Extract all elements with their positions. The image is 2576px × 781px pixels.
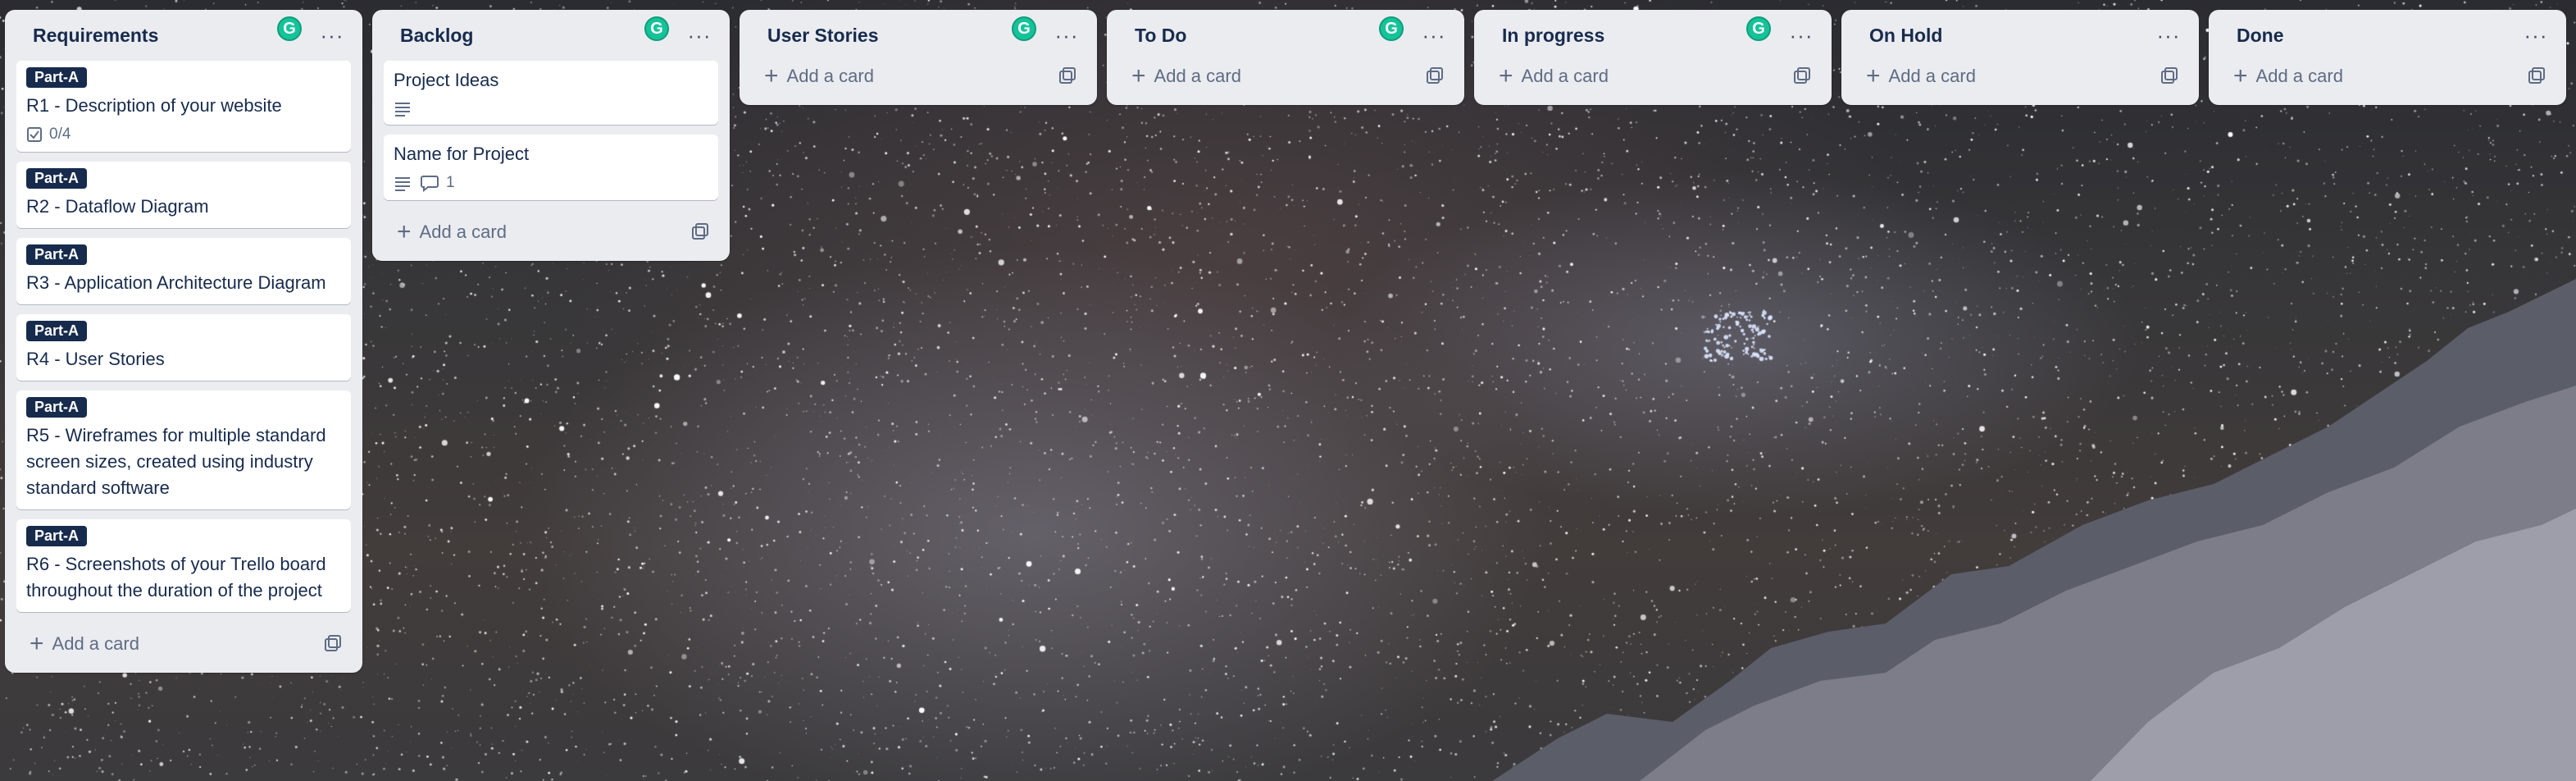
card[interactable]: Part-A R1 - Description of your website … (16, 61, 351, 152)
add-card-label: Add a card (52, 633, 139, 654)
more-actions-icon[interactable]: ··· (318, 21, 346, 49)
card-badges: 0/4 (26, 126, 341, 144)
card[interactable]: Part-A R2 - Dataflow Diagram (16, 162, 351, 228)
grammarly-icon[interactable]: G (644, 16, 669, 41)
list-backlog: Backlog G ··· Project Ideas Name for Pro… (372, 10, 730, 261)
card-title: R6 - Screenshots of your Trello board th… (26, 554, 326, 601)
card-title: R4 - User Stories (26, 349, 165, 369)
add-card-button[interactable]: + Add a card (2220, 54, 2555, 98)
card-badges (394, 100, 708, 116)
add-card-button[interactable]: + Add a card (384, 210, 718, 254)
create-from-template-icon[interactable] (1792, 66, 1812, 86)
list-user-stories: User Stories G ··· + Add a card (740, 10, 1097, 105)
description-icon (395, 177, 410, 191)
plus-icon: + (1499, 62, 1513, 89)
list-to-do: To Do G ··· + Add a card (1107, 10, 1464, 105)
add-card-label: Add a card (786, 66, 874, 86)
list-header: Done ··· (2220, 10, 2555, 61)
plus-icon: + (30, 630, 44, 657)
card-title: R3 - Application Architecture Diagram (26, 272, 326, 293)
list-header: On Hold ··· (1853, 10, 2187, 61)
add-card-button[interactable]: + Add a card (1486, 54, 1820, 98)
more-actions-icon[interactable]: ··· (2522, 21, 2550, 49)
create-from-template-icon[interactable] (323, 634, 343, 654)
list-in-progress: In progress G ··· + Add a card (1474, 10, 1832, 105)
grammarly-icon[interactable]: G (277, 16, 302, 41)
list-title[interactable]: To Do (1118, 25, 1186, 47)
card[interactable]: Part-A R3 - Application Architecture Dia… (16, 238, 351, 304)
card[interactable]: Name for Project 1 (384, 135, 718, 200)
list-header: Backlog G ··· (384, 10, 718, 61)
card[interactable]: Part-A R6 - Screenshots of your Trello b… (16, 519, 351, 612)
card[interactable]: Part-A R5 - Wireframes for multiple stan… (16, 390, 351, 509)
add-card-label: Add a card (2255, 66, 2343, 86)
list-title[interactable]: Requirements (16, 25, 158, 47)
grammarly-icon[interactable]: G (1379, 16, 1404, 41)
list-header: User Stories G ··· (751, 10, 1085, 61)
card-label: Part-A (26, 67, 88, 88)
checklist-icon (27, 127, 42, 142)
card[interactable]: Project Ideas (384, 61, 718, 125)
list-done: Done ··· + Add a card (2209, 10, 2566, 105)
add-card-label: Add a card (1888, 66, 1976, 86)
card-label: Part-A (26, 397, 88, 418)
list-title[interactable]: Backlog (384, 25, 473, 47)
list-title[interactable]: User Stories (751, 25, 879, 47)
list-on-hold: On Hold ··· + Add a card (1841, 10, 2199, 105)
plus-icon: + (1866, 62, 1881, 89)
grammarly-icon[interactable]: G (1012, 16, 1036, 41)
plus-icon: + (1131, 62, 1146, 89)
card-badges: 1 (394, 174, 708, 192)
add-card-button[interactable]: + Add a card (1118, 54, 1453, 98)
add-card-button[interactable]: + Add a card (751, 54, 1085, 98)
checklist-badge: 0/4 (26, 126, 71, 144)
card-title: R2 - Dataflow Diagram (26, 196, 209, 217)
card[interactable]: Part-A R4 - User Stories (16, 314, 351, 381)
plus-icon: + (2233, 62, 2248, 89)
create-from-template-icon[interactable] (2160, 66, 2179, 86)
add-card-label: Add a card (419, 222, 507, 242)
more-actions-icon[interactable]: ··· (1420, 21, 1448, 49)
create-from-template-icon[interactable] (1425, 66, 1445, 86)
list-title[interactable]: Done (2220, 25, 2284, 47)
add-card-button[interactable]: + Add a card (1853, 54, 2187, 98)
card-title: Project Ideas (394, 70, 499, 90)
card-label: Part-A (26, 244, 88, 265)
more-actions-icon[interactable]: ··· (1787, 21, 1815, 49)
description-icon (395, 103, 410, 116)
card-title: R1 - Description of your website (26, 95, 282, 116)
plus-icon: + (764, 62, 779, 89)
list-title[interactable]: On Hold (1853, 25, 1942, 47)
create-from-template-icon[interactable] (690, 222, 710, 242)
list-requirements: Requirements G ··· Part-A R1 - Descripti… (5, 10, 362, 673)
checklist-count: 0/4 (49, 126, 71, 143)
create-from-template-icon[interactable] (1058, 66, 1077, 86)
more-actions-icon[interactable]: ··· (685, 21, 713, 49)
card-title: R5 - Wireframes for multiple standard sc… (26, 425, 326, 498)
card-label: Part-A (26, 321, 88, 341)
list-header: To Do G ··· (1118, 10, 1453, 61)
plus-icon: + (397, 218, 412, 245)
comments-badge: 1 (420, 174, 455, 192)
list-title[interactable]: In progress (1486, 25, 1604, 47)
comment-icon (421, 176, 439, 192)
comment-count: 1 (446, 174, 455, 191)
more-actions-icon[interactable]: ··· (1053, 21, 1081, 49)
more-actions-icon[interactable]: ··· (2155, 21, 2182, 49)
card-label: Part-A (26, 168, 88, 189)
add-card-button[interactable]: + Add a card (16, 622, 351, 666)
add-card-label: Add a card (1521, 66, 1609, 86)
board: Requirements G ··· Part-A R1 - Descripti… (0, 0, 2576, 781)
list-header: In progress G ··· (1486, 10, 1820, 61)
card-title: Name for Project (394, 144, 530, 164)
create-from-template-icon[interactable] (2527, 66, 2546, 86)
list-header: Requirements G ··· (16, 10, 351, 61)
card-label: Part-A (26, 526, 88, 546)
grammarly-icon[interactable]: G (1746, 16, 1771, 41)
add-card-label: Add a card (1154, 66, 1241, 86)
